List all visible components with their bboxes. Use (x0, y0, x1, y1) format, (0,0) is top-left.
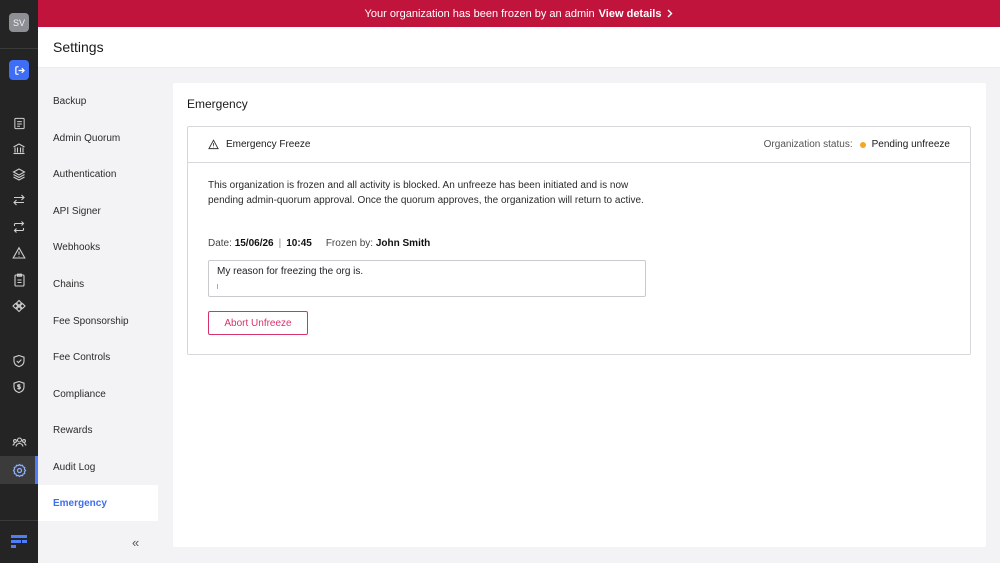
status-dot (859, 141, 866, 148)
icon-rail: SV (0, 0, 38, 563)
settings-icon[interactable] (11, 462, 27, 478)
status-label: Organization status: (763, 139, 853, 150)
nav-item-fee-sponsorship[interactable]: Fee Sponsorship (38, 303, 158, 339)
abort-unfreeze-button[interactable]: Abort Unfreeze (208, 311, 308, 335)
section-title: Emergency (187, 97, 248, 111)
nav-item-backup[interactable]: Backup (38, 83, 158, 119)
view-details-link[interactable]: View details (599, 8, 674, 20)
nav-item-webhooks[interactable]: Webhooks (38, 229, 158, 265)
shield-dollar-icon[interactable] (11, 379, 27, 395)
frozen-banner: Your organization has been frozen by an … (38, 0, 1000, 27)
settings-nav: Backup Admin Quorum Authentication API S… (38, 68, 160, 563)
logout-button[interactable] (9, 60, 29, 80)
warning-icon (208, 139, 219, 150)
card-heading: Emergency Freeze (226, 139, 311, 150)
freeze-reason-field[interactable]: My reason for freezing the org is. (208, 260, 646, 297)
organization-status: Organization status: Pending unfreeze (764, 139, 950, 150)
users-icon[interactable] (11, 434, 27, 450)
logo-icon (11, 534, 27, 550)
rail-divider (0, 48, 38, 49)
view-details-label: View details (598, 7, 662, 20)
emergency-panel: Emergency Emergency Freeze Organization … (173, 83, 986, 547)
nav-item-admin-quorum[interactable]: Admin Quorum (38, 120, 158, 156)
avatar[interactable]: SV (9, 13, 29, 32)
nodes-icon[interactable] (11, 298, 27, 314)
freeze-time: 10:45 (286, 238, 312, 249)
repeat-icon[interactable] (11, 219, 27, 235)
chevron-right-icon (667, 9, 673, 18)
nav-item-api-signer[interactable]: API Signer (38, 193, 158, 229)
warning-icon[interactable] (11, 245, 27, 261)
nav-item-rewards[interactable]: Rewards (38, 412, 158, 448)
freeze-date: 15/06/26 (234, 238, 274, 249)
clipboard-icon[interactable] (11, 272, 27, 288)
nav-item-chains[interactable]: Chains (38, 266, 158, 302)
text-cursor (217, 284, 218, 289)
freeze-description: This organization is frozen and all acti… (208, 180, 644, 206)
date-time-separator: | (278, 238, 282, 249)
emergency-freeze-card: Emergency Freeze Organization status: Pe… (187, 126, 971, 355)
bank-icon[interactable] (11, 141, 27, 157)
frozen-by-name: John Smith (375, 238, 431, 249)
nav-item-audit-log[interactable]: Audit Log (38, 449, 158, 485)
logout-icon (14, 65, 25, 75)
banner-message: Your organization has been frozen by an … (364, 7, 595, 20)
page-title: Settings (53, 39, 104, 55)
collapse-sidebar-button[interactable]: « (132, 535, 139, 550)
page-header: Settings (38, 27, 1000, 68)
report-icon[interactable] (11, 115, 27, 131)
nav-item-fee-controls[interactable]: Fee Controls (38, 339, 158, 375)
nav-item-authentication[interactable]: Authentication (38, 156, 158, 192)
freeze-meta: Date: 15/06/26 | 10:45 Frozen by: John S… (208, 238, 430, 249)
layers-icon[interactable] (11, 166, 27, 182)
nav-item-emergency[interactable]: Emergency (38, 485, 158, 521)
date-label: Date: (208, 238, 232, 249)
status-badge: Pending unfreeze (871, 139, 950, 150)
transfer-icon[interactable] (11, 192, 27, 208)
frozen-by-label: Frozen by: (325, 238, 374, 249)
nav-item-compliance[interactable]: Compliance (38, 376, 158, 412)
card-header: Emergency Freeze Organization status: Pe… (188, 127, 970, 163)
shield-check-icon[interactable] (11, 353, 27, 369)
rail-divider (0, 520, 38, 521)
